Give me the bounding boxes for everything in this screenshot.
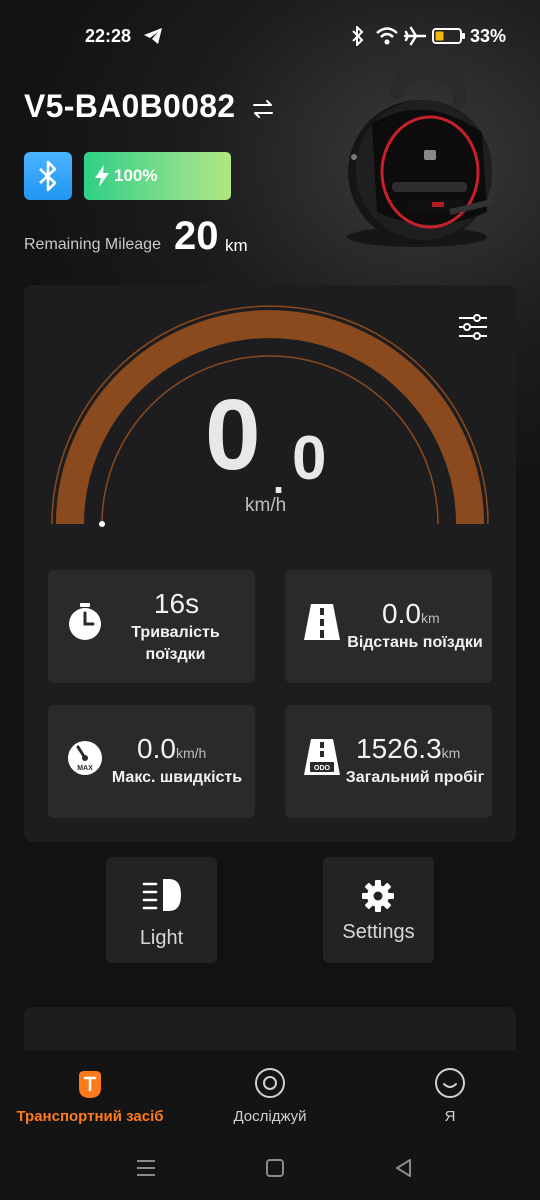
svg-text:MAX: MAX xyxy=(77,765,93,772)
unicycle-image xyxy=(332,62,510,252)
speed-decimal: 0 xyxy=(292,424,327,493)
settings-label: Settings xyxy=(342,921,415,943)
battery-level-bar: 100% xyxy=(84,152,231,200)
battery-level-text: 100% xyxy=(114,166,158,185)
gauge-fill-arc xyxy=(56,310,484,525)
gauge-needle-dot xyxy=(99,521,105,527)
nav-label-me: Я xyxy=(444,1108,456,1125)
road-icon xyxy=(304,604,340,640)
speed-unit: km/h xyxy=(245,495,287,516)
battery-icon xyxy=(432,26,466,46)
bluetooth-button[interactable] xyxy=(24,152,72,200)
bluetooth-icon xyxy=(350,26,366,46)
stat-label: Макс. швидкість xyxy=(111,769,243,786)
svg-text:ODO: ODO xyxy=(314,765,331,772)
airplane-icon xyxy=(404,26,426,46)
headlight-icon xyxy=(142,879,181,911)
device-name: V5-BA0B0082 xyxy=(24,88,236,124)
explore-icon xyxy=(255,1068,285,1098)
gear-icon xyxy=(362,880,394,912)
remaining-mileage-value: 20 xyxy=(174,214,219,258)
stat-value: 16s xyxy=(153,588,200,619)
nav-label-vehicle: Транспортний засіб xyxy=(16,1108,164,1125)
profile-smile-icon xyxy=(435,1068,465,1098)
max-speed-gauge-icon: MAX xyxy=(68,741,102,775)
nav-tab-vehicle[interactable]: Транспортний засіб xyxy=(0,1064,180,1134)
remaining-mileage-unit: km xyxy=(225,236,248,255)
bluetooth-icon xyxy=(39,160,57,192)
home-key[interactable] xyxy=(263,1156,287,1180)
stat-label: Тривалість поїздки xyxy=(131,624,220,663)
vehicle-tab-icon xyxy=(79,1071,101,1098)
remaining-mileage-label: Remaining Mileage xyxy=(24,236,161,253)
speed-decimal-point: . xyxy=(273,458,285,502)
speed-integer: 0 xyxy=(205,379,261,491)
switch-device-icon[interactable] xyxy=(250,96,276,122)
status-time: 22:28 xyxy=(85,26,132,46)
stat-value: 1526.3km xyxy=(356,733,461,764)
light-label: Light xyxy=(139,927,184,949)
nav-label-explore: Досліджуй xyxy=(233,1108,307,1125)
telegram-icon xyxy=(143,26,163,46)
stat-value: 0.0km/h xyxy=(137,733,207,764)
stat-tile-total-mileage: ODO 1526.3km Загальний пробіг xyxy=(285,705,492,818)
settings-button[interactable]: Settings xyxy=(323,857,434,963)
light-button[interactable]: Light xyxy=(106,857,217,963)
nav-tab-me[interactable]: Я xyxy=(360,1064,540,1134)
nav-tab-explore[interactable]: Досліджуй xyxy=(180,1064,360,1134)
stat-tile-ride-duration: 16s Тривалість поїздки xyxy=(48,570,255,683)
recent-apps-key[interactable] xyxy=(134,1156,158,1180)
back-key[interactable] xyxy=(392,1156,416,1180)
stat-label: Загальний пробіг xyxy=(345,769,485,786)
stat-tile-max-speed: MAX 0.0km/h Макс. швидкість xyxy=(48,705,255,818)
wifi-icon xyxy=(375,26,399,46)
stat-label: Відстань поїздки xyxy=(347,634,483,651)
odometer-road-icon: ODO xyxy=(304,739,340,775)
battery-percent: 33% xyxy=(470,26,507,46)
lightning-icon xyxy=(95,165,109,187)
stat-tile-trip-distance: 0.0km Відстань поїздки xyxy=(285,570,492,683)
stat-value: 0.0km xyxy=(382,598,440,629)
